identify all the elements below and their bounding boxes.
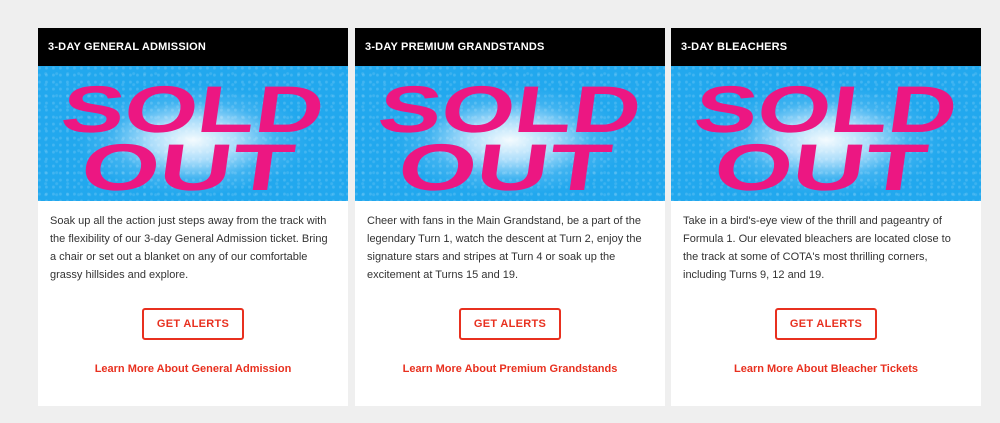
sold-out-banner: SOLD OUT	[671, 66, 981, 201]
card-title: 3-DAY BLEACHERS	[671, 28, 981, 66]
learn-more-link[interactable]: Learn More About Bleacher Tickets	[671, 363, 981, 375]
get-alerts-button[interactable]: GET ALERTS	[142, 308, 244, 340]
card-title: 3-DAY GENERAL ADMISSION	[38, 28, 348, 66]
ticket-card-general-admission: 3-DAY GENERAL ADMISSION SOLD OUT Soak up…	[38, 28, 348, 406]
svg-text:OUT: OUT	[393, 131, 615, 201]
card-description: Soak up all the action just steps away f…	[50, 215, 328, 281]
card-title: 3-DAY PREMIUM GRANDSTANDS	[355, 28, 665, 66]
sold-out-graphic: SOLD OUT	[374, 73, 646, 201]
get-alerts-button[interactable]: GET ALERTS	[459, 308, 561, 340]
ticket-card-bleachers: 3-DAY BLEACHERS SOLD OUT Take in a bird'…	[671, 28, 981, 406]
sold-out-banner: SOLD OUT	[38, 66, 348, 201]
ticket-card-premium-grandstands: 3-DAY PREMIUM GRANDSTANDS SOLD OUT Cheer…	[355, 28, 665, 406]
card-description: Cheer with fans in the Main Grandstand, …	[367, 215, 642, 281]
sold-out-graphic: SOLD OUT	[690, 73, 962, 201]
sold-out-graphic: SOLD OUT	[57, 73, 329, 201]
learn-more-link[interactable]: Learn More About Premium Grandstands	[355, 363, 665, 375]
learn-more-link[interactable]: Learn More About General Admission	[38, 363, 348, 375]
get-alerts-button[interactable]: GET ALERTS	[775, 308, 877, 340]
card-description: Take in a bird's-eye view of the thrill …	[683, 215, 951, 281]
svg-text:OUT: OUT	[76, 131, 298, 201]
sold-out-banner: SOLD OUT	[355, 66, 665, 201]
svg-text:OUT: OUT	[709, 131, 931, 201]
